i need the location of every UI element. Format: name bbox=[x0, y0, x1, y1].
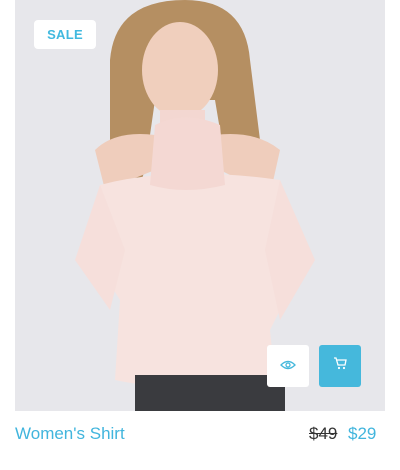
cart-icon bbox=[333, 357, 347, 375]
sale-badge: SALE bbox=[34, 20, 96, 49]
sale-price: $29 bbox=[348, 424, 377, 443]
eye-icon bbox=[280, 357, 296, 375]
quick-view-button[interactable] bbox=[267, 345, 309, 387]
product-card: SALE Women's Shirt $49 $29 bbox=[0, 0, 400, 470]
original-price: $49 bbox=[309, 424, 338, 443]
add-to-cart-button[interactable] bbox=[319, 345, 361, 387]
product-name[interactable]: Women's Shirt bbox=[15, 424, 125, 444]
